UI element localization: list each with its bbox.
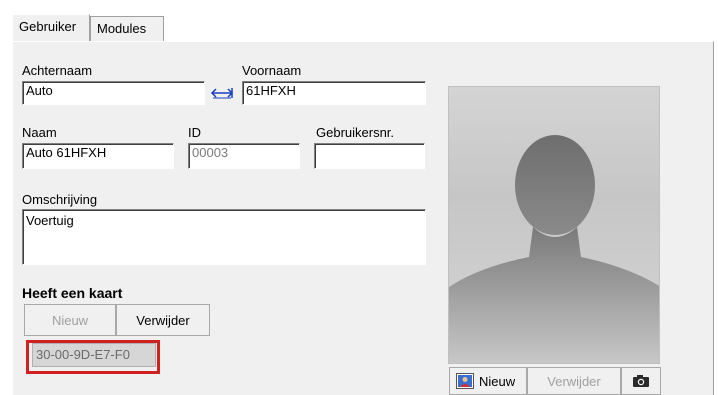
tab-modules[interactable]: Modules [90, 16, 164, 42]
camera-button[interactable] [621, 367, 661, 395]
achternaam-label: Achternaam [22, 63, 93, 78]
tab-gebruiker-label: Gebruiker [19, 19, 77, 34]
tab-modules-label: Modules [97, 21, 147, 36]
omschrijving-field[interactable]: Voertuig [22, 209, 426, 265]
gebruikersnr-label: Gebruikersnr. [316, 125, 395, 140]
voornaam-field[interactable]: 61HFXH [242, 81, 426, 105]
achternaam-field[interactable]: Auto [22, 81, 205, 105]
omschrijving-label: Omschrijving [22, 192, 98, 207]
swap-arrow-icon[interactable] [210, 85, 234, 101]
user-form-window: Gebruiker Modules Achternaam Auto Voorna… [0, 0, 718, 395]
photo-new-label: Nieuw [479, 373, 516, 389]
card-remove-button[interactable]: Verwijder [116, 304, 210, 336]
card-new-button[interactable]: Nieuw [24, 304, 116, 336]
avatar-silhouette-icon [449, 135, 659, 363]
tab-gebruiker[interactable]: Gebruiker [12, 14, 90, 42]
photo-new-button[interactable]: Nieuw [449, 367, 527, 395]
card-id-field: 30-00-9D-E7-F0 [32, 343, 156, 367]
photo-remove-button[interactable]: Verwijder [527, 367, 621, 395]
voornaam-label: Voornaam [242, 63, 302, 78]
user-photo [448, 86, 660, 364]
gebruikersnr-field[interactable] [314, 143, 425, 169]
camera-icon [632, 374, 650, 388]
naam-label: Naam [22, 125, 57, 140]
naam-field[interactable]: Auto 61HFXH [22, 143, 174, 169]
id-label: ID [188, 125, 201, 140]
photo-card-icon [456, 373, 474, 389]
card-heading: Heeft een kaart [22, 285, 123, 301]
id-field: 00003 [188, 143, 300, 169]
